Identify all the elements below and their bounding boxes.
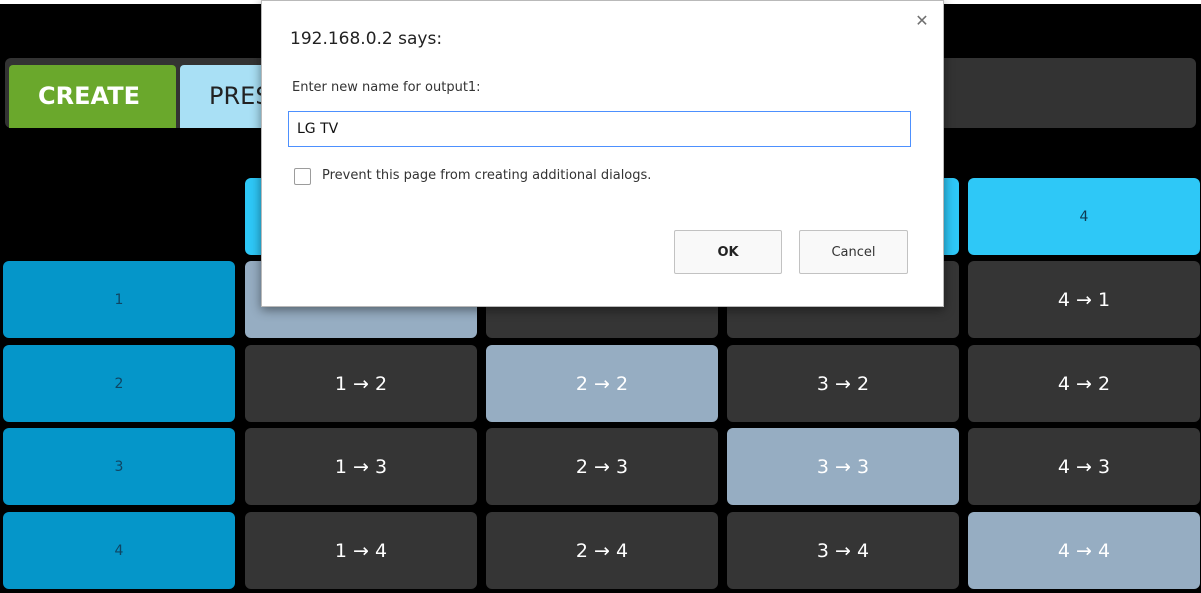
cancel-button[interactable]: Cancel [799, 230, 908, 274]
column-header-4[interactable]: 4 [968, 178, 1200, 255]
rename-prompt-dialog: 192.168.0.2 says: ✕ Enter new name for o… [261, 0, 944, 307]
ok-button[interactable]: OK [674, 230, 782, 274]
route-cell-1-4[interactable]: 1 → 4 [245, 512, 477, 589]
route-cell-4-4[interactable]: 4 → 4 [968, 512, 1200, 589]
route-cell-1-2[interactable]: 1 → 2 [245, 345, 477, 422]
route-cell-2-2[interactable]: 2 → 2 [486, 345, 718, 422]
close-icon[interactable]: ✕ [914, 13, 930, 29]
route-cell-1-3[interactable]: 1 → 3 [245, 428, 477, 505]
route-cell-2-4[interactable]: 2 → 4 [486, 512, 718, 589]
route-cell-4-3[interactable]: 4 → 3 [968, 428, 1200, 505]
route-cell-3-4[interactable]: 3 → 4 [727, 512, 959, 589]
route-cell-3-2[interactable]: 3 → 2 [727, 345, 959, 422]
dialog-message: Enter new name for output1: [292, 80, 481, 95]
route-cell-3-3[interactable]: 3 → 3 [727, 428, 959, 505]
row-header-2[interactable]: 2 [3, 345, 235, 422]
tab-create[interactable]: CREATE [9, 65, 176, 128]
prevent-dialogs-label[interactable]: Prevent this page from creating addition… [322, 168, 651, 183]
route-cell-4-1[interactable]: 4 → 1 [968, 261, 1200, 338]
matrix-switch-page: CREATE PRESETS 1 2 3 4 1 1 → 1 2 → 1 3 →… [0, 0, 1201, 593]
route-cell-2-3[interactable]: 2 → 3 [486, 428, 718, 505]
route-cell-4-2[interactable]: 4 → 2 [968, 345, 1200, 422]
row-header-1[interactable]: 1 [3, 261, 235, 338]
prevent-dialogs-checkbox[interactable] [294, 168, 311, 185]
tab-presets[interactable]: PRESETS [180, 65, 270, 128]
row-header-4[interactable]: 4 [3, 512, 235, 589]
output-name-input[interactable] [288, 111, 911, 147]
dialog-title: 192.168.0.2 says: [290, 29, 443, 49]
row-header-3[interactable]: 3 [3, 428, 235, 505]
